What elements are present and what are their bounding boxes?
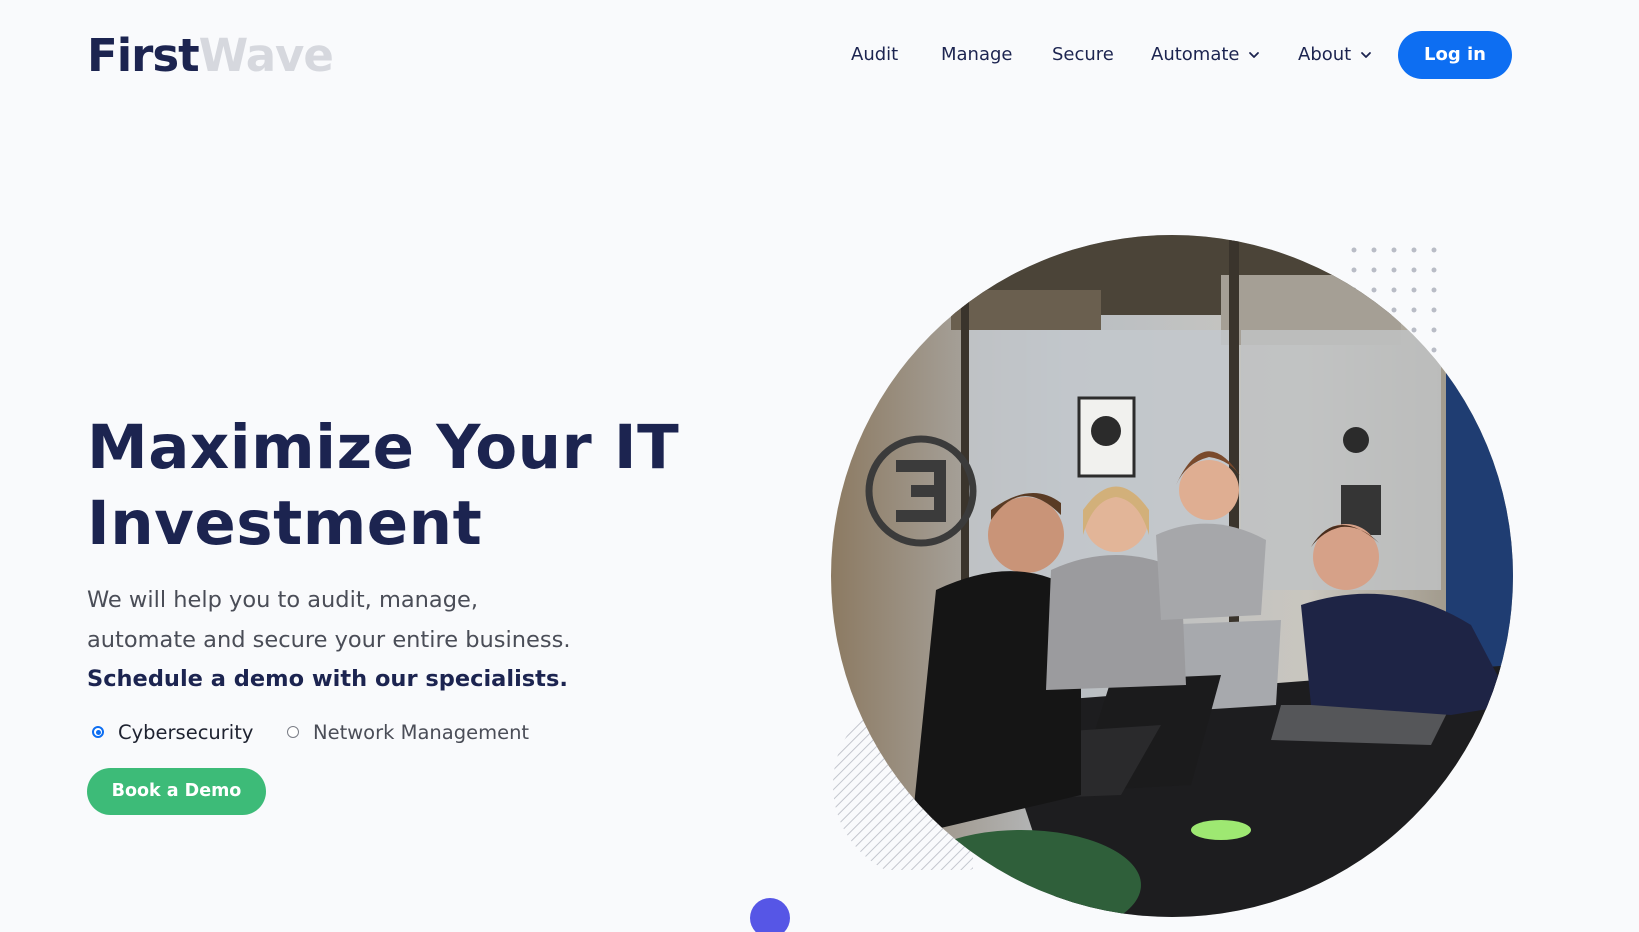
nav-label-automate: Automate	[1151, 44, 1240, 65]
headline-line-1: Maximize Your IT	[87, 412, 680, 483]
nav-item-audit[interactable]: Audit	[851, 40, 898, 70]
purple-dot-decoration	[750, 898, 790, 932]
chevron-down-icon	[1249, 52, 1260, 58]
nav-item-manage[interactable]: Manage	[941, 40, 1013, 70]
chevron-down-icon	[1361, 52, 1371, 58]
team-photo-circle	[831, 235, 1513, 917]
login-button[interactable]: Log in	[1398, 31, 1512, 79]
radio-label-cybersecurity: Cybersecurity	[118, 721, 254, 744]
hero-subtext: We will help you to audit, manage, autom…	[87, 580, 647, 660]
logo-text-second: Wave	[198, 29, 334, 82]
nav-label-secure: Secure	[1052, 44, 1114, 65]
nav-label-about: About	[1298, 44, 1352, 65]
nav-label-audit: Audit	[851, 44, 899, 65]
nav-item-automate[interactable]: Automate	[1151, 40, 1260, 70]
nav-item-secure[interactable]: Secure	[1052, 40, 1114, 70]
nav-label-manage: Manage	[941, 44, 1013, 65]
nav-item-about[interactable]: About	[1298, 40, 1372, 70]
subtext-line-1: We will help you to audit, manage,	[87, 587, 478, 613]
headline-line-2: Investment	[87, 488, 483, 559]
logo-text-first: First	[87, 29, 200, 82]
hero-headline: Maximize Your IT Investment	[87, 410, 767, 562]
schedule-demo-text: Schedule a demo with our specialists.	[87, 666, 568, 692]
landing-page: FirstWave Audit Manage Secure Automate A…	[0, 0, 1639, 932]
book-demo-button[interactable]: Book a Demo	[87, 768, 266, 815]
firstwave-logo[interactable]: FirstWave	[87, 26, 334, 86]
radio-selected-indicator	[92, 726, 104, 738]
subtext-line-2: automate and secure your entire business…	[87, 627, 571, 653]
radio-label-network-management: Network Management	[313, 721, 530, 744]
radio-unselected-indicator	[287, 726, 299, 738]
